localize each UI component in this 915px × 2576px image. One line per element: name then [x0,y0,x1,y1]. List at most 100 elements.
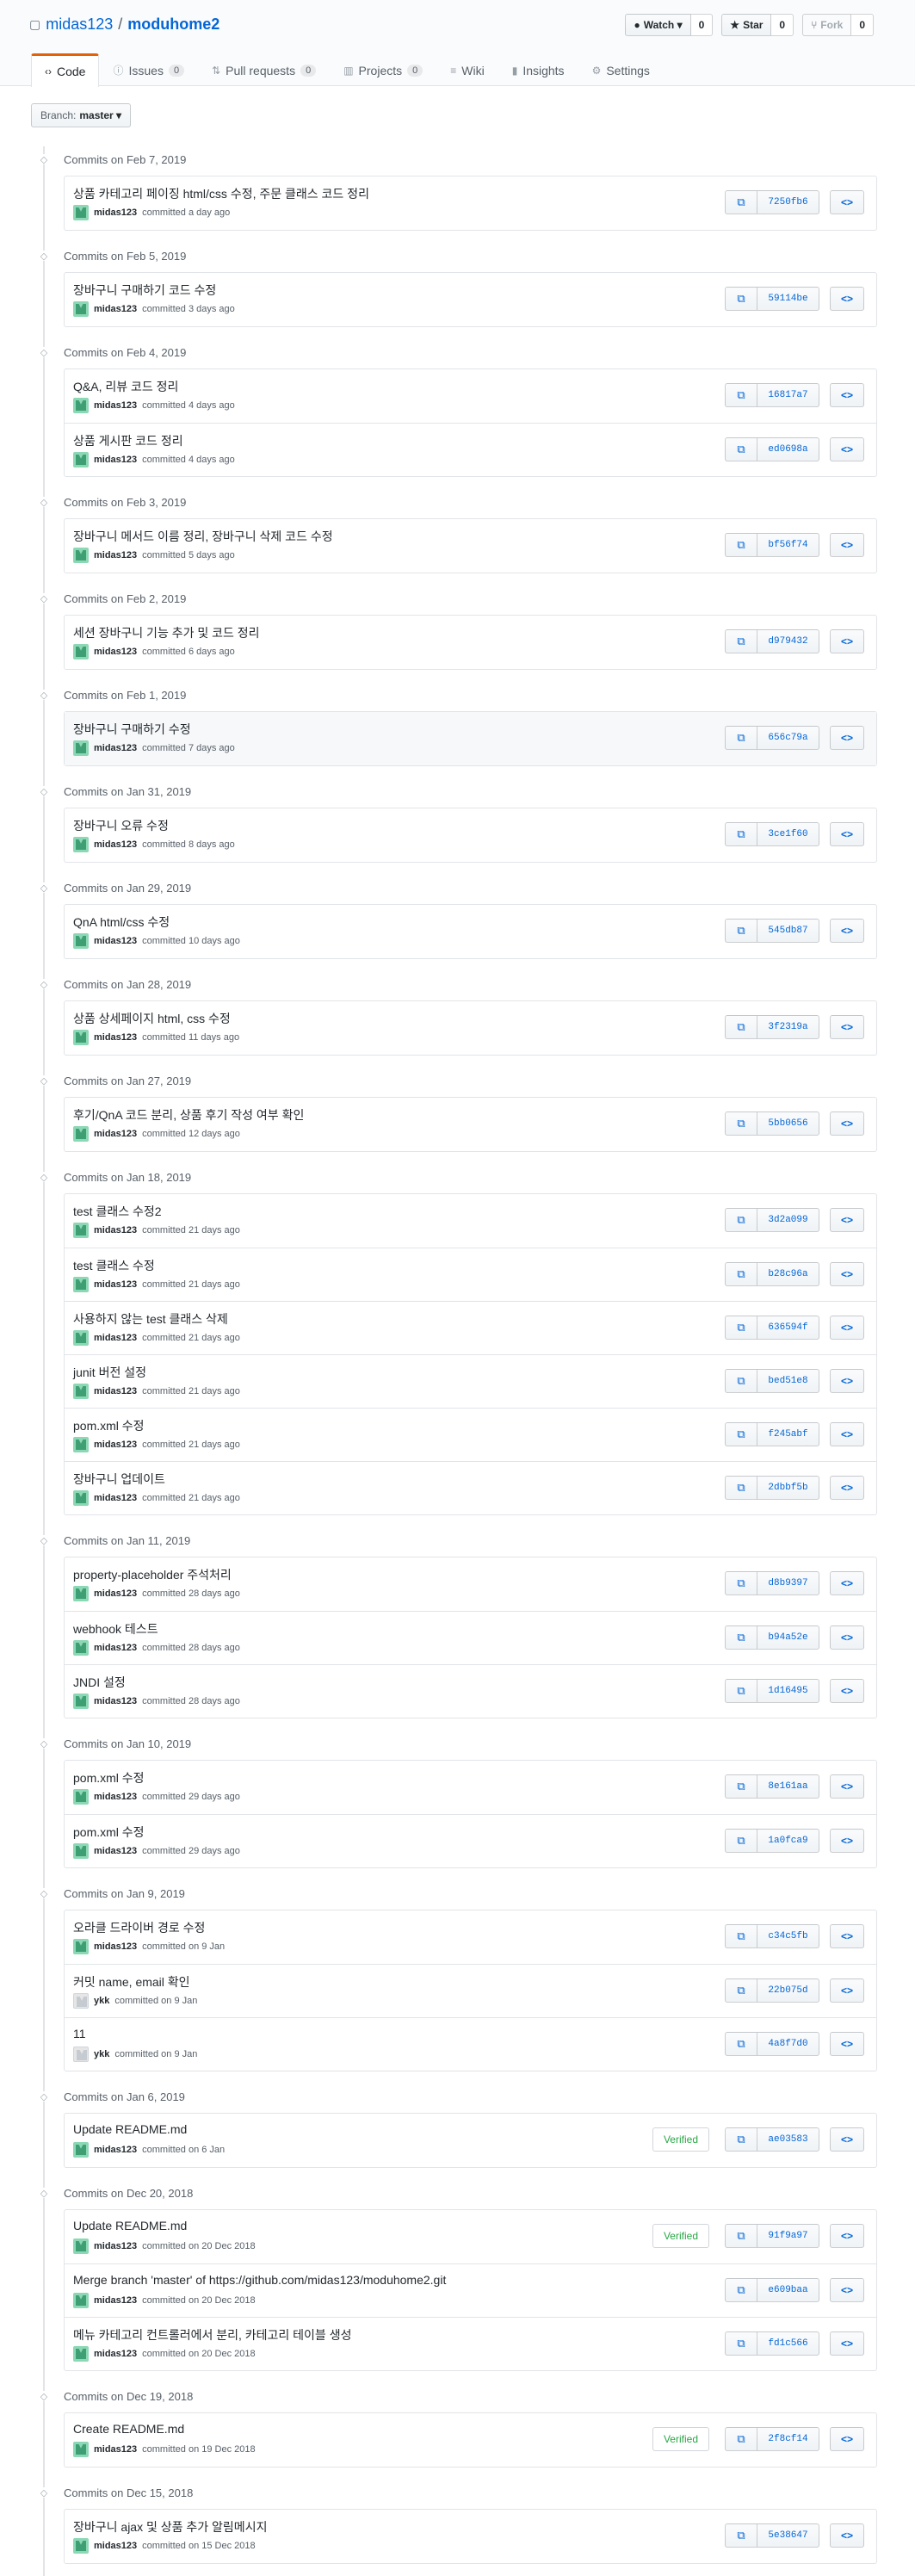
tab-issues[interactable]: ⓘ Issues 0 [99,53,198,86]
clipboard-icon[interactable]: ⧉ [725,1015,757,1039]
browse-code-icon[interactable]: <> [830,1571,864,1595]
avatar[interactable] [73,2142,89,2158]
avatar[interactable] [73,398,89,413]
clipboard-icon[interactable]: ⧉ [725,1978,757,2003]
commit-sha-link[interactable]: b94a52e [757,1625,819,1650]
clipboard-icon[interactable]: ⧉ [725,2523,757,2548]
avatar[interactable] [73,1490,89,1506]
commit-author[interactable]: midas123 [94,1129,137,1139]
commit-author[interactable]: midas123 [94,1846,137,1856]
avatar[interactable] [73,1993,89,2009]
commit-author[interactable]: midas123 [94,936,137,946]
commit-title-link[interactable]: 장바구니 오류 수정 [73,817,169,834]
browse-code-icon[interactable]: <> [830,1112,864,1136]
clipboard-icon[interactable]: ⧉ [725,2278,757,2302]
tab-projects[interactable]: ▥ Projects 0 [330,53,436,86]
browse-code-icon[interactable]: <> [830,383,864,407]
commit-sha-link[interactable]: 3f2319a [757,1015,819,1039]
avatar[interactable] [73,1223,89,1238]
avatar[interactable] [73,1789,89,1805]
avatar[interactable] [73,452,89,468]
commit-title-link[interactable]: junit 버전 설정 [73,1364,146,1381]
eye-count[interactable]: 0 [690,14,714,36]
commit-title-link[interactable]: test 클래스 수정 [73,1257,155,1274]
clipboard-icon[interactable]: ⧉ [725,1316,757,1340]
commit-author[interactable]: midas123 [94,207,137,218]
verified-badge[interactable]: Verified [652,2427,709,2451]
clipboard-icon[interactable]: ⧉ [725,533,757,557]
commit-title-link[interactable]: 사용하지 않는 test 클래스 삭제 [73,1310,228,1328]
browse-code-icon[interactable]: <> [830,1262,864,1286]
commit-author[interactable]: midas123 [94,2444,137,2455]
browse-code-icon[interactable]: <> [830,2523,864,2548]
commit-author[interactable]: midas123 [94,550,137,560]
avatar[interactable] [73,1330,89,1346]
clipboard-icon[interactable]: ⧉ [725,1422,757,1446]
commit-author[interactable]: midas123 [94,455,137,465]
repo-owner-link[interactable]: midas123 [46,15,113,34]
commit-author[interactable]: midas123 [94,1333,137,1343]
browse-code-icon[interactable]: <> [830,437,864,461]
avatar[interactable] [73,1384,89,1399]
clipboard-icon[interactable]: ⧉ [725,190,757,214]
commit-title-link[interactable]: Create README.md [73,2422,184,2436]
commit-title-link[interactable]: 커밋 name, email 확인 [73,1973,190,1991]
commit-sha-link[interactable]: 1d16495 [757,1679,819,1703]
commit-title-link[interactable]: 장바구니 ajax 및 상품 추가 알림메시지 [73,2518,267,2536]
clipboard-icon[interactable]: ⧉ [725,1262,757,1286]
star-button[interactable]: ★ Star [721,14,772,36]
clipboard-icon[interactable]: ⧉ [725,629,757,653]
clipboard-icon[interactable]: ⧉ [725,2032,757,2056]
browse-code-icon[interactable]: <> [830,919,864,943]
clipboard-icon[interactable]: ⧉ [725,437,757,461]
commit-author[interactable]: midas123 [94,2541,137,2551]
browse-code-icon[interactable]: <> [830,2278,864,2302]
commit-title-link[interactable]: pom.xml 수정 [73,1417,145,1434]
commit-title-link[interactable]: 오라클 드라이버 경로 수정 [73,1919,205,1936]
browse-code-icon[interactable]: <> [830,287,864,311]
commit-title-link[interactable]: test 클래스 수정2 [73,1203,162,1220]
commit-author[interactable]: midas123 [94,304,137,314]
commit-author[interactable]: midas123 [94,1941,137,1952]
commit-author[interactable]: midas123 [94,1696,137,1706]
commit-title-link[interactable]: 장바구니 구매하기 코드 수정 [73,282,216,299]
commit-author[interactable]: midas123 [94,1032,137,1043]
commit-sha-link[interactable]: 22b075d [757,1978,819,2003]
commit-sha-link[interactable]: 3d2a099 [757,1208,819,1232]
verified-badge[interactable]: Verified [652,2127,709,2152]
avatar[interactable] [73,1640,89,1656]
avatar[interactable] [73,2442,89,2457]
clipboard-icon[interactable]: ⧉ [725,1571,757,1595]
commit-title-link[interactable]: 11 [73,2027,86,2040]
tab-insights[interactable]: ▮ Insights [498,53,578,86]
avatar[interactable] [73,548,89,563]
tab-code[interactable]: ‹› Code [31,53,100,87]
commit-author[interactable]: ykk [94,1996,109,2006]
clipboard-icon[interactable]: ⧉ [725,1476,757,1500]
browse-code-icon[interactable]: <> [830,1476,864,1500]
commit-title-link[interactable]: Merge branch 'master' of https://github.… [73,2273,446,2287]
clipboard-icon[interactable]: ⧉ [725,1112,757,1136]
commit-author[interactable]: ykk [94,2049,109,2059]
commit-author[interactable]: midas123 [94,647,137,657]
commit-sha-link[interactable]: 59114be [757,287,819,311]
commit-title-link[interactable]: Q&A, 리뷰 코드 정리 [73,378,178,395]
branch-select-button[interactable]: Branch: master ▾ [31,103,132,127]
commit-sha-link[interactable]: 636594f [757,1316,819,1340]
verified-badge[interactable]: Verified [652,2224,709,2248]
commit-author[interactable]: midas123 [94,1792,137,1802]
browse-code-icon[interactable]: <> [830,1208,864,1232]
commit-sha-link[interactable]: 16817a7 [757,383,819,407]
tab-pull-requests[interactable]: ⇅ Pull requests 0 [198,53,330,86]
commit-title-link[interactable]: JNDI 설정 [73,1674,126,1691]
commit-author[interactable]: midas123 [94,1386,137,1396]
browse-code-icon[interactable]: <> [830,629,864,653]
avatar[interactable] [73,837,89,852]
browse-code-icon[interactable]: <> [830,533,864,557]
star-count[interactable]: 0 [771,14,794,36]
browse-code-icon[interactable]: <> [830,1625,864,1650]
clipboard-icon[interactable]: ⧉ [725,822,757,846]
browse-code-icon[interactable]: <> [830,1829,864,1853]
clipboard-icon[interactable]: ⧉ [725,1625,757,1650]
browse-code-icon[interactable]: <> [830,2427,864,2451]
